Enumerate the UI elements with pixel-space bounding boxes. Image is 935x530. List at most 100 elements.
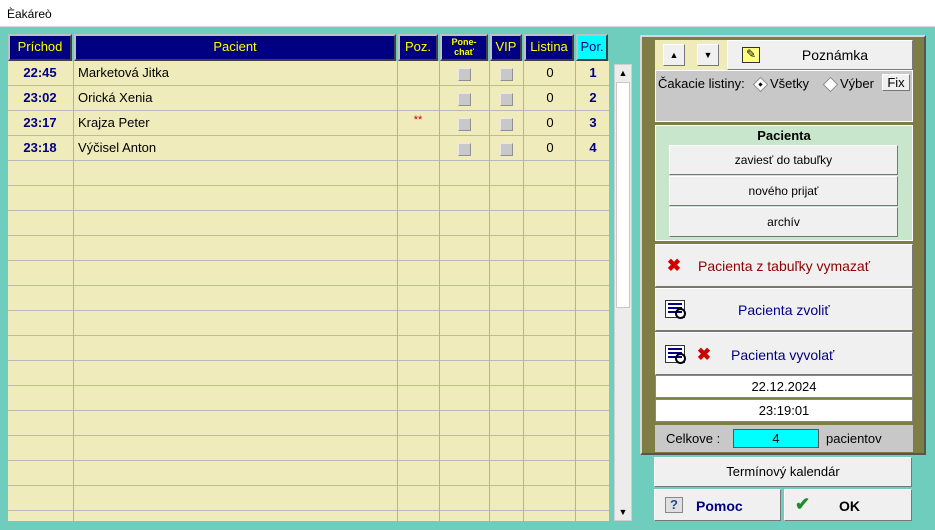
cell-patient: Krajza Peter: [78, 115, 150, 130]
table-scrollbar[interactable]: ▲ ▼: [614, 64, 632, 521]
arrow-down-icon: ▼: [703, 50, 713, 60]
cell-note: [398, 136, 438, 160]
radio-selection-label: Výber: [840, 76, 874, 91]
table-row-empty[interactable]: [8, 386, 610, 411]
table-row-empty[interactable]: [8, 361, 610, 386]
help-label: Pomoc: [696, 498, 743, 514]
cell-note: [398, 86, 438, 110]
table-row-empty[interactable]: [8, 211, 610, 236]
table-row-empty[interactable]: [8, 436, 610, 461]
scroll-up-icon[interactable]: ▲: [615, 65, 631, 81]
pencil-note-icon: ✎: [742, 47, 760, 63]
call-patient-label: Pacienta vyvolať: [731, 347, 835, 363]
table-row-empty[interactable]: [8, 336, 610, 361]
call-patient-button[interactable]: ✖ Pacienta vyvolať: [655, 332, 913, 375]
cell-order: 1: [589, 65, 597, 80]
radio-selection[interactable]: [822, 76, 839, 93]
scroll-thumb[interactable]: [616, 82, 630, 308]
cell-arrival: 22:45: [23, 65, 57, 80]
table-row-empty[interactable]: [8, 186, 610, 211]
header-patient[interactable]: Pacient: [74, 34, 396, 61]
control-panel: ▲ ▼ ✎ Poznámka Čakacie listiny: Všetky V…: [640, 35, 926, 455]
cell-list: 0: [546, 140, 554, 155]
header-keep[interactable]: Pone- chať: [440, 34, 488, 61]
table-row-empty[interactable]: [8, 236, 610, 261]
table-body: 22:45 Marketová Jitka 0 1 23:02 Orická X…: [8, 61, 610, 521]
table-row-empty[interactable]: [8, 411, 610, 436]
panel-toolbar: ▲ ▼ ✎ Poznámka: [655, 40, 913, 70]
patient-group-title: Pacienta: [757, 128, 811, 143]
note-button-label: Poznámka: [801, 47, 869, 63]
add-to-table-button[interactable]: zaviesť do tabuľky: [669, 145, 898, 175]
remove-patient-button[interactable]: ✖ Pacienta z tabuľky vymazať: [655, 244, 913, 287]
cell-list: 0: [546, 65, 554, 80]
total-row: Celkove : 4 pacientov: [655, 425, 913, 452]
column-divider: [73, 61, 74, 521]
help-icon: ?: [665, 497, 683, 513]
scroll-down-icon[interactable]: ▼: [615, 504, 631, 520]
cell-patient: Výčisel Anton: [78, 140, 157, 155]
header-arrival[interactable]: Príchod: [8, 34, 72, 61]
cell-patient: Orická Xenia: [78, 90, 153, 105]
waiting-lists-label: Čakacie listiny:: [658, 76, 745, 91]
total-unit: pacientov: [826, 431, 882, 446]
header-note[interactable]: Poz.: [398, 34, 438, 61]
radio-all[interactable]: [752, 76, 769, 93]
column-divider: [439, 61, 440, 521]
delete-x-icon: ✖: [666, 256, 682, 275]
table-row[interactable]: 23:17 Krajza Peter ** 0 3: [8, 111, 610, 136]
cell-arrival: 23:02: [23, 90, 57, 105]
find-list-icon: [665, 345, 686, 364]
move-down-button[interactable]: ▼: [697, 44, 719, 66]
table-row-empty[interactable]: [8, 311, 610, 336]
header-vip[interactable]: VIP: [490, 34, 522, 61]
calendar-button[interactable]: Termínový kalendár: [654, 457, 912, 487]
vip-checkbox[interactable]: [500, 93, 513, 106]
cell-order: 4: [589, 140, 597, 155]
cell-order: 3: [589, 115, 597, 130]
header-order[interactable]: Por.: [576, 34, 608, 61]
select-patient-label: Pacienta zvoliť: [738, 302, 830, 318]
header-keep-line2: chať: [454, 47, 474, 57]
vip-checkbox[interactable]: [500, 143, 513, 156]
select-patient-button[interactable]: Pacienta zvoliť: [655, 288, 913, 331]
total-count: 4: [733, 429, 819, 448]
admit-new-button[interactable]: nového prijať: [669, 176, 898, 206]
archive-button[interactable]: archív: [669, 207, 898, 237]
vip-checkbox[interactable]: [500, 118, 513, 131]
ok-button[interactable]: ✔ OK: [784, 489, 912, 521]
cell-patient: Marketová Jitka: [78, 65, 170, 80]
keep-checkbox[interactable]: [458, 93, 471, 106]
column-divider: [609, 61, 610, 521]
cell-order: 2: [589, 90, 597, 105]
table-row[interactable]: 22:45 Marketová Jitka 0 1: [8, 61, 610, 86]
move-up-button[interactable]: ▲: [663, 44, 685, 66]
column-divider: [397, 61, 398, 521]
header-keep-line1: Pone-: [451, 37, 477, 47]
vip-checkbox[interactable]: [500, 68, 513, 81]
table-row[interactable]: 23:02 Orická Xenia 0 2: [8, 86, 610, 111]
total-label: Celkove :: [666, 431, 721, 446]
column-divider: [575, 61, 576, 521]
delete-x-icon: ✖: [696, 345, 712, 364]
fix-button[interactable]: Fix: [882, 74, 910, 91]
header-list[interactable]: Listina: [524, 34, 574, 61]
waiting-lists: Čakacie listiny: Všetky Výber Fix: [655, 70, 913, 122]
table-row[interactable]: 23:18 Výčisel Anton 0 4: [8, 136, 610, 161]
table-row-empty[interactable]: [8, 286, 610, 311]
check-icon: ✔: [795, 494, 811, 514]
help-button[interactable]: ? Pomoc: [654, 489, 781, 521]
cell-arrival: 23:18: [23, 140, 57, 155]
keep-checkbox[interactable]: [458, 68, 471, 81]
time-field: 23:19:01: [655, 399, 913, 422]
table-row-empty[interactable]: [8, 486, 610, 511]
keep-checkbox[interactable]: [458, 143, 471, 156]
table-row-empty[interactable]: [8, 261, 610, 286]
note-button[interactable]: ✎ Poznámka: [727, 40, 913, 70]
keep-checkbox[interactable]: [458, 118, 471, 131]
table-row-empty[interactable]: [8, 461, 610, 486]
column-divider: [489, 61, 490, 521]
radio-all-label: Všetky: [770, 76, 810, 91]
patient-group: Pacienta zaviesť do tabuľky nového prija…: [655, 125, 913, 241]
table-row-empty[interactable]: [8, 161, 610, 186]
